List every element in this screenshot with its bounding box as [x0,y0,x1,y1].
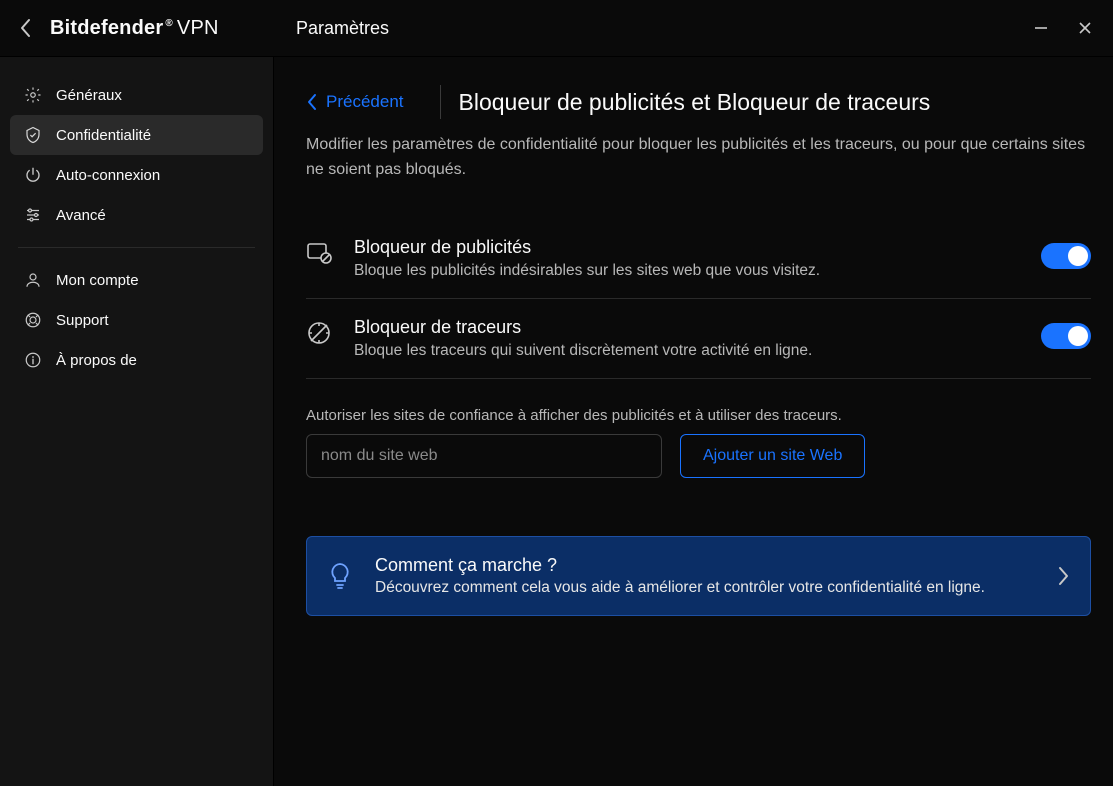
sidebar-item-general[interactable]: Généraux [10,75,263,115]
main-content: Précédent Bloqueur de publicités et Bloq… [274,57,1113,786]
page-back-label: Précédent [326,92,404,112]
gear-icon [24,86,42,104]
breadcrumb-separator [440,85,441,119]
toggle-knob [1068,326,1088,346]
sidebar-item-advanced[interactable]: Avancé [10,195,263,235]
info-title: Comment ça marche ? [375,555,1034,576]
app-back-button[interactable] [14,16,38,40]
feature-title: Bloqueur de publicités [354,237,1019,258]
sidebar-item-label: Support [56,312,109,329]
chevron-left-icon [306,93,318,111]
chevron-left-icon [19,18,33,38]
titlebar: Bitdefender® VPN Paramètres [0,0,1113,57]
chevron-right-icon [1056,565,1070,587]
window-close-button[interactable] [1077,20,1093,36]
whitelist-input[interactable] [306,434,662,478]
feature-title: Bloqueur de traceurs [354,317,1019,338]
shield-icon [24,126,42,144]
titlebar-title: Paramètres [274,18,389,39]
minimize-icon [1034,21,1048,35]
tracker-icon [306,320,332,346]
window-minimize-button[interactable] [1033,20,1049,36]
page-title: Bloqueur de publicités et Bloqueur de tr… [459,89,931,116]
sidebar-item-label: Avancé [56,207,106,224]
brand-logo: Bitdefender® VPN [50,17,219,40]
registered-mark: ® [165,18,173,29]
sidebar-item-label: Mon compte [56,272,139,289]
sidebar-item-account[interactable]: Mon compte [10,260,263,300]
sidebar-item-label: Généraux [56,87,122,104]
lifebuoy-icon [24,311,42,329]
brand-suffix: VPN [177,17,219,40]
sidebar-item-about[interactable]: À propos de [10,340,263,380]
feature-row-adblock: Bloqueur de publicités Bloque les public… [306,219,1091,299]
feature-desc: Bloque les traceurs qui suivent discrète… [354,342,1019,360]
info-desc: Découvrez comment cela vous aide à améli… [375,579,1034,597]
how-it-works-card[interactable]: Comment ça marche ? Découvrez comment ce… [306,536,1091,616]
page-back-button[interactable]: Précédent [306,92,422,112]
toggle-knob [1068,246,1088,266]
adblock-icon [306,240,332,266]
tracker-toggle[interactable] [1041,323,1091,349]
sidebar-item-label: À propos de [56,352,137,369]
sidebar-item-confidentiality[interactable]: Confidentialité [10,115,263,155]
close-icon [1078,21,1092,35]
page-lead: Modifier les paramètres de confidentiali… [306,133,1086,183]
adblock-toggle[interactable] [1041,243,1091,269]
whitelist-label: Autoriser les sites de confiance à affic… [306,407,1091,424]
sidebar-item-autoconnect[interactable]: Auto-connexion [10,155,263,195]
sidebar-item-label: Confidentialité [56,127,151,144]
feature-desc: Bloque les publicités indésirables sur l… [354,262,1019,280]
lightbulb-icon [327,563,353,589]
sidebar: Généraux Confidentialité Auto-connexion … [0,57,274,786]
feature-row-tracker: Bloqueur de traceurs Bloque les traceurs… [306,299,1091,379]
whitelist-add-button[interactable]: Ajouter un site Web [680,434,865,478]
sidebar-item-label: Auto-connexion [56,167,160,184]
power-icon [24,166,42,184]
info-icon [24,351,42,369]
sidebar-separator [18,247,255,248]
sidebar-item-support[interactable]: Support [10,300,263,340]
user-icon [24,271,42,289]
sliders-icon [24,206,42,224]
brand-main: Bitdefender [50,17,163,40]
